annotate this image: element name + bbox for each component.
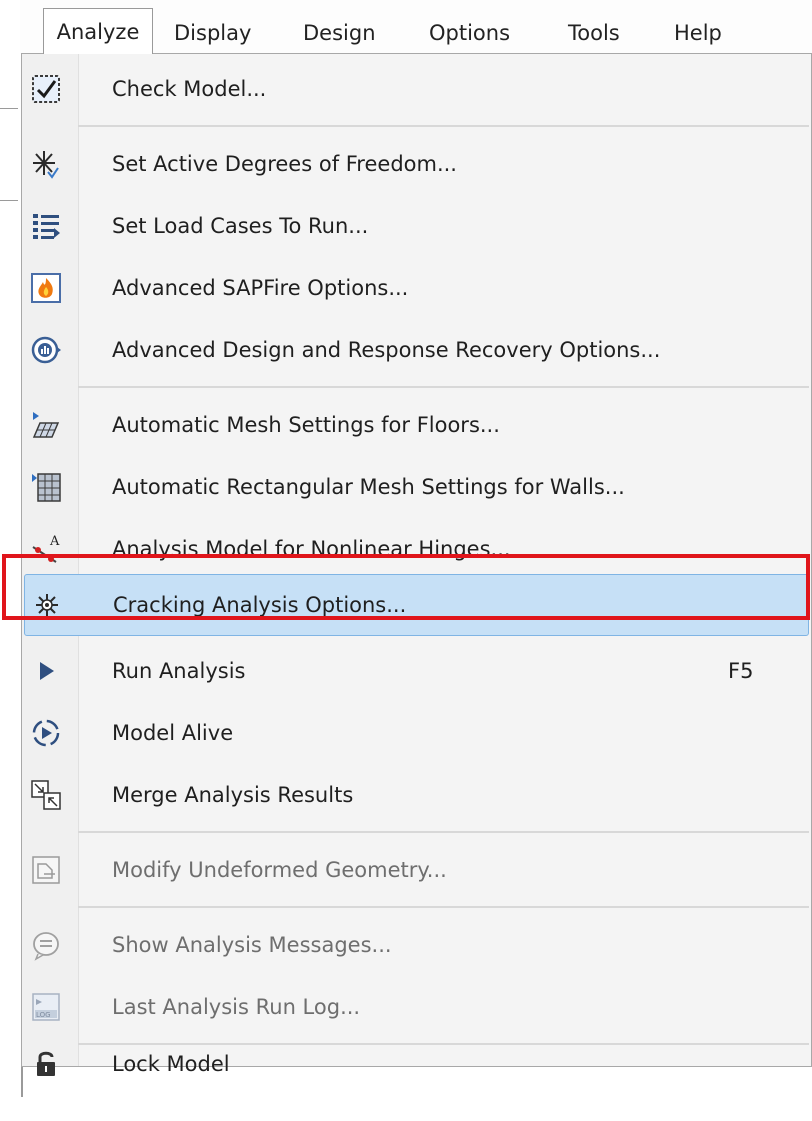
menu-item-response-recovery-options[interactable]: Advanced Design and Response Recovery Op… bbox=[22, 319, 811, 381]
degrees-of-freedom-icon bbox=[30, 148, 62, 180]
menu-item-last-analysis-run-log[interactable]: LOG Last Analysis Run Log... bbox=[22, 976, 811, 1038]
modify-geometry-icon bbox=[30, 854, 62, 886]
menu-item-label: Model Alive bbox=[112, 721, 234, 745]
load-cases-list-icon bbox=[30, 210, 62, 242]
menu-item-check-model[interactable]: Check Model... bbox=[22, 58, 811, 120]
menu-item-wall-mesh-settings[interactable]: Automatic Rectangular Mesh Settings for … bbox=[22, 456, 811, 518]
menu-item-label: Show Analysis Messages... bbox=[112, 933, 392, 957]
menu-tools[interactable]: Tools bbox=[568, 13, 620, 53]
menu-item-label: Analysis Model for Nonlinear Hinges... bbox=[112, 537, 511, 561]
menu-item-label: Check Model... bbox=[112, 77, 267, 101]
merge-results-icon bbox=[30, 779, 62, 811]
menu-item-cracking-analysis-options[interactable]: Cracking Analysis Options... bbox=[24, 574, 809, 636]
menu-separator bbox=[78, 125, 809, 127]
menu-item-label: Last Analysis Run Log... bbox=[112, 995, 361, 1019]
menu-item-model-alive[interactable]: Model Alive bbox=[22, 702, 811, 764]
menu-item-label: Lock Model bbox=[112, 1052, 230, 1076]
menu-item-modify-undeformed-geometry[interactable]: Modify Undeformed Geometry... bbox=[22, 839, 811, 901]
menu-item-label: Automatic Mesh Settings for Floors... bbox=[112, 413, 500, 437]
wall-mesh-icon bbox=[30, 471, 62, 503]
floor-mesh-icon bbox=[30, 409, 62, 441]
menu-item-lock-model[interactable]: Lock Model bbox=[22, 1049, 811, 1076]
menu-bar: Analyze Display Design Options Tools Hel… bbox=[20, 0, 812, 54]
messages-icon bbox=[30, 929, 62, 961]
background-window-edge bbox=[21, 1067, 23, 1097]
response-recovery-icon bbox=[30, 334, 62, 366]
check-icon bbox=[30, 73, 62, 105]
model-alive-icon bbox=[30, 717, 62, 749]
menu-item-label: Set Load Cases To Run... bbox=[112, 214, 369, 238]
menu-options[interactable]: Options bbox=[429, 13, 510, 53]
background-window bbox=[0, 0, 20, 1121]
menu-help[interactable]: Help bbox=[674, 13, 722, 53]
menu-analyze[interactable]: Analyze bbox=[43, 8, 153, 54]
menu-separator bbox=[78, 906, 809, 908]
menu-display[interactable]: Display bbox=[174, 13, 251, 53]
menu-item-set-active-dof[interactable]: Set Active Degrees of Freedom... bbox=[22, 133, 811, 195]
svg-text:A: A bbox=[49, 534, 60, 549]
menu-item-label: Set Active Degrees of Freedom... bbox=[112, 152, 457, 176]
menu-item-sapfire-options[interactable]: Advanced SAPFire Options... bbox=[22, 257, 811, 319]
menu-item-show-analysis-messages[interactable]: Show Analysis Messages... bbox=[22, 914, 811, 976]
sapfire-icon bbox=[30, 272, 62, 304]
lock-icon bbox=[30, 1048, 62, 1080]
menu-separator bbox=[78, 831, 809, 833]
menu-item-run-analysis[interactable]: Run Analysis F5 bbox=[22, 640, 811, 702]
analyze-dropdown-menu: Check Model... Set Active Degrees of Fre… bbox=[21, 53, 812, 1076]
run-log-icon: LOG bbox=[30, 991, 62, 1023]
menu-item-label: Advanced Design and Response Recovery Op… bbox=[112, 338, 661, 362]
menu-item-nonlinear-hinges[interactable]: A Analysis Model for Nonlinear Hinges... bbox=[22, 518, 811, 580]
menu-item-label: Modify Undeformed Geometry... bbox=[112, 858, 447, 882]
menu-design[interactable]: Design bbox=[303, 13, 376, 53]
nonlinear-hinge-icon: A bbox=[30, 533, 62, 565]
cracking-icon bbox=[31, 589, 63, 621]
menu-separator bbox=[78, 386, 809, 388]
menu-item-set-load-cases[interactable]: Set Load Cases To Run... bbox=[22, 195, 811, 257]
menu-item-label: Advanced SAPFire Options... bbox=[112, 276, 409, 300]
menu-item-merge-analysis-results[interactable]: Merge Analysis Results bbox=[22, 764, 811, 826]
svg-text:LOG: LOG bbox=[36, 1011, 51, 1019]
background-panel-fragment bbox=[0, 130, 18, 201]
menu-item-label: Merge Analysis Results bbox=[112, 783, 354, 807]
menu-item-label: Cracking Analysis Options... bbox=[113, 593, 407, 617]
menu-item-floor-mesh-settings[interactable]: Automatic Mesh Settings for Floors... bbox=[22, 394, 811, 456]
run-icon bbox=[30, 655, 62, 687]
background-toolbar-fragment bbox=[0, 80, 18, 109]
menu-item-label: Automatic Rectangular Mesh Settings for … bbox=[112, 475, 625, 499]
menu-item-label: Run Analysis bbox=[112, 659, 246, 683]
shortcut-label: F5 bbox=[728, 659, 754, 683]
